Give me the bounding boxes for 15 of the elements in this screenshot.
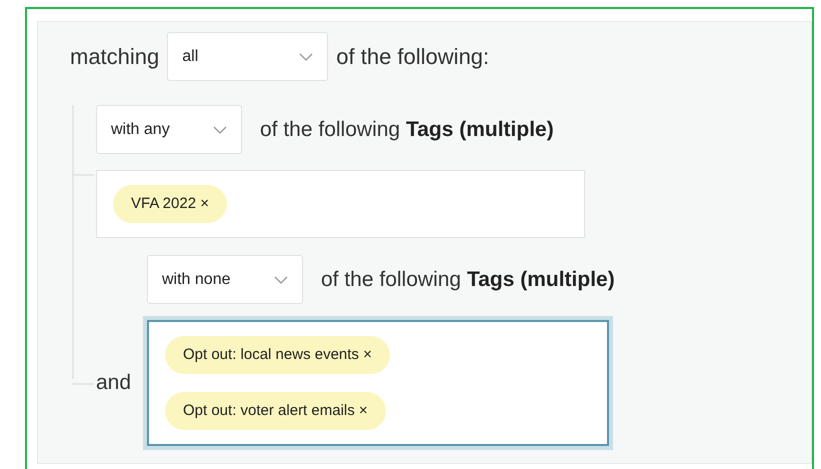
dropdown[interactable]: all [167,32,328,81]
chevron-down-icon [213,126,227,134]
chevron-down-icon [299,52,314,60]
dropdown[interactable]: with none [147,255,303,304]
dropdown[interactable]: with any [96,105,242,154]
tag-chip[interactable]: Opt out: voter alert emails × [165,392,386,430]
tag-chip[interactable]: VFA 2022 × [113,185,227,223]
condition-text: of the following Tags (multiple) [321,266,615,293]
chevron-down-icon [274,276,288,284]
tag-input-field[interactable]: VFA 2022 × [96,170,585,238]
condition-text: of the following Tags (multiple) [260,116,554,143]
tag-chip[interactable]: Opt out: local news events × [165,336,390,374]
joiner-label: and [96,370,132,396]
label: matching [70,43,160,71]
label: of the following: [336,43,490,71]
